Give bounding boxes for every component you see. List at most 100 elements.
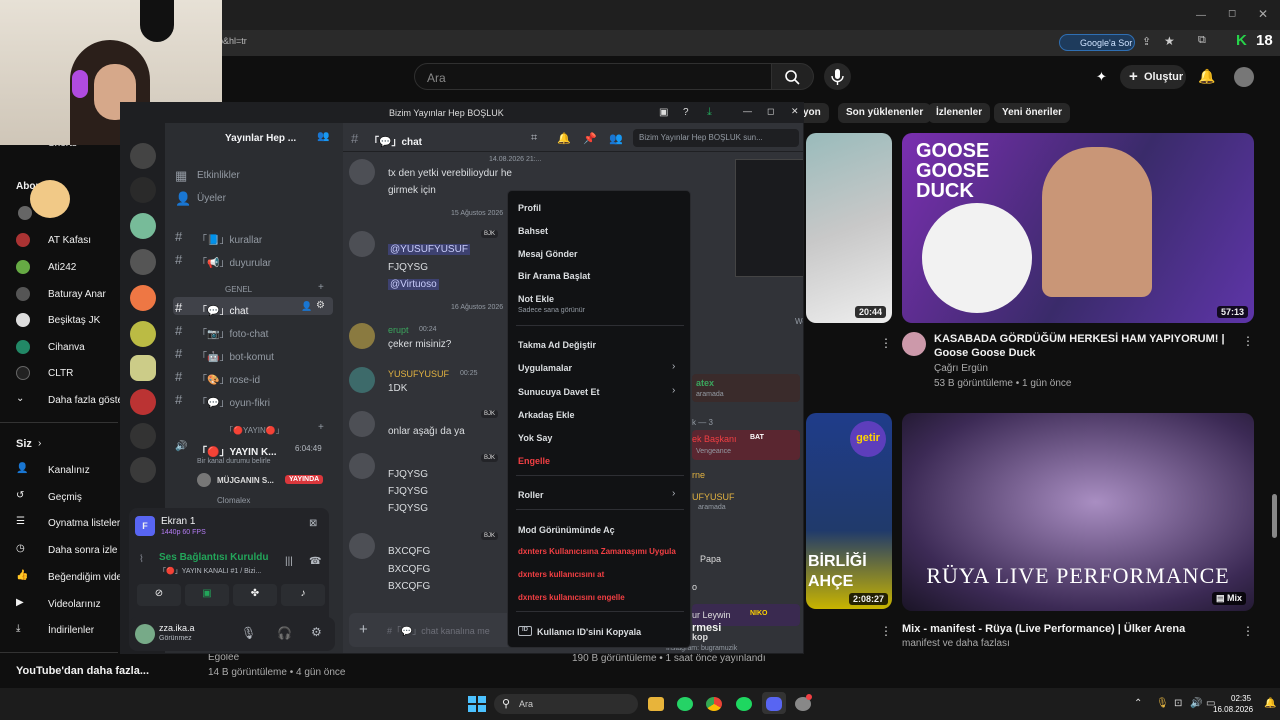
- you-heading[interactable]: Siz: [16, 438, 32, 450]
- member-name[interactable]: UFYUSUF: [692, 492, 735, 502]
- attach-plus-icon[interactable]: +: [359, 621, 368, 638]
- server-icon[interactable]: [130, 177, 156, 203]
- url-text[interactable]: p&hl=tr: [218, 36, 247, 46]
- pin-icon[interactable]: 📌: [583, 132, 597, 145]
- filter-chip-new[interactable]: Yeni öneriler: [994, 103, 1071, 123]
- add-member-icon[interactable]: 👥: [317, 131, 329, 142]
- bookmark-star-icon[interactable]: ★: [1164, 34, 1175, 48]
- member-list-item[interactable]: ek Başkanı BAT Vengeance: [692, 430, 800, 460]
- voice-user-name[interactable]: MÜJGANIN S...: [217, 476, 274, 485]
- avatar[interactable]: [135, 624, 155, 644]
- spotify-icon[interactable]: [736, 697, 752, 711]
- filter-chip-watched[interactable]: İzlenenler: [928, 103, 991, 123]
- server-icon[interactable]: [130, 249, 156, 275]
- member-name[interactable]: rne: [692, 470, 705, 480]
- youtube-search-input[interactable]: Ara: [414, 63, 772, 90]
- menu-item-profile[interactable]: Profil: [518, 203, 541, 213]
- more-options-icon[interactable]: ⋮: [880, 336, 892, 350]
- stop-stream-icon[interactable]: ⊠: [309, 518, 317, 529]
- minimize-icon[interactable]: —: [743, 106, 752, 116]
- server-name[interactable]: Yayınlar Hep ...: [225, 133, 296, 144]
- server-icon[interactable]: [130, 213, 156, 239]
- menu-item-nickname[interactable]: Takma Ad Değiştir: [518, 340, 596, 350]
- threads-icon[interactable]: ⌗: [531, 132, 537, 145]
- maximize-window-icon[interactable]: ◻: [1228, 8, 1236, 19]
- google-ask-button[interactable]: Google'a Sor: [1059, 34, 1135, 51]
- notifications-icon[interactable]: 🔔: [557, 132, 571, 145]
- chrome-icon[interactable]: [706, 697, 722, 711]
- menu-item-call[interactable]: Bir Arama Başlat: [518, 271, 590, 281]
- discord-icon[interactable]: [766, 697, 782, 711]
- maximize-icon[interactable]: ◻: [767, 106, 774, 117]
- video-channel[interactable]: Çağrı Ergün: [934, 363, 988, 374]
- connection-status[interactable]: Ses Bağlantısı Kuruldu: [159, 552, 268, 563]
- video-thumbnail[interactable]: getir BİRLİĞİ AHÇE 2:08:27: [806, 413, 892, 609]
- settings-gear-icon[interactable]: ⚙: [316, 300, 325, 311]
- page-scrollbar[interactable]: [1272, 494, 1277, 538]
- menu-item-mention[interactable]: Bahset: [518, 226, 548, 236]
- video-channel[interactable]: manifest ve daha fazlası: [902, 638, 1010, 649]
- user-settings-gear-icon[interactable]: ⚙: [311, 625, 322, 639]
- server-icon[interactable]: [130, 423, 156, 449]
- server-icon[interactable]: [130, 143, 156, 169]
- menu-item-block[interactable]: Engelle: [518, 456, 550, 466]
- soundboard-icon[interactable]: ♪: [281, 584, 325, 606]
- add-channel-icon[interactable]: +: [318, 282, 324, 293]
- message-author[interactable]: YUSUFYUSUF: [388, 369, 449, 379]
- share-icon[interactable]: ⇪: [1142, 35, 1151, 48]
- menu-item-mod-view[interactable]: Mod Görünümünde Aç: [518, 525, 615, 535]
- extensions-icon[interactable]: ⧉: [1198, 34, 1206, 47]
- video-title[interactable]: Mix - manifest - Rüya (Live Performance)…: [902, 622, 1232, 636]
- menu-item-kick[interactable]: dxnters kullanıcısını at: [518, 570, 604, 579]
- category-general[interactable]: GENEL: [225, 285, 252, 294]
- microphone-tray-icon[interactable]: 🎙: [1156, 698, 1169, 709]
- mention[interactable]: @Virtuoso: [388, 279, 439, 290]
- screen-share-button[interactable]: ▣: [185, 584, 229, 606]
- activities-icon[interactable]: ✤: [233, 584, 277, 606]
- video-thumbnail[interactable]: 20:44: [806, 133, 892, 323]
- menu-item-apps[interactable]: Uygulamalar: [518, 363, 572, 373]
- stream-preview[interactable]: [735, 159, 803, 277]
- create-button[interactable]: + Oluştur: [1120, 65, 1186, 89]
- server-icon[interactable]: [130, 285, 156, 311]
- filter-chip-recent[interactable]: Son yüklenenler: [838, 103, 932, 123]
- server-icon[interactable]: [130, 321, 156, 347]
- member-list-icon[interactable]: 👥: [609, 132, 623, 145]
- menu-item-message[interactable]: Mesaj Gönder: [518, 249, 578, 259]
- menu-item-roles[interactable]: Roller: [518, 490, 544, 500]
- more-options-icon[interactable]: ⋮: [1242, 624, 1254, 638]
- channel-avatar[interactable]: [902, 332, 926, 356]
- volume-icon[interactable]: 🔊: [1190, 698, 1202, 709]
- close-icon[interactable]: ✕: [791, 106, 799, 117]
- channel-search-input[interactable]: Bizim Yayınlar Hep BOŞLUK sun...: [633, 129, 799, 147]
- headphones-icon[interactable]: 🎧: [277, 626, 292, 640]
- add-channel-icon[interactable]: +: [318, 422, 324, 433]
- menu-item-invite[interactable]: Sunucuya Davet Et: [518, 387, 600, 397]
- gaming-icon[interactable]: ✦: [1096, 69, 1107, 85]
- clock-date[interactable]: 16.08.2026: [1213, 705, 1253, 714]
- video-thumbnail[interactable]: GOOSE GOOSE DUCK 57:13: [902, 133, 1254, 323]
- voice-status-text[interactable]: Bir kanal durumu belirle: [197, 458, 271, 465]
- network-icon[interactable]: ⊡: [1174, 698, 1182, 709]
- disconnect-icon[interactable]: ☎: [309, 556, 321, 567]
- notifications-bell-icon[interactable]: 🔔: [1198, 68, 1215, 85]
- inbox-icon[interactable]: ▣: [659, 107, 668, 118]
- file-explorer-icon[interactable]: [648, 697, 664, 711]
- notifications-icon[interactable]: 🔔: [1264, 698, 1276, 709]
- youtube-search-button[interactable]: [772, 63, 814, 90]
- close-window-icon[interactable]: ✕: [1258, 7, 1268, 21]
- clock-time[interactable]: 02:35: [1231, 694, 1251, 703]
- invite-icon[interactable]: 👤: [301, 301, 312, 312]
- menu-item-ignore[interactable]: Yok Say: [518, 433, 552, 443]
- menu-item-timeout[interactable]: dxnters Kullanıcısına Zamanaşımı Uygula: [518, 547, 676, 556]
- voice-search-button[interactable]: [824, 63, 851, 90]
- download-icon[interactable]: ⤓: [707, 106, 712, 119]
- windows-start-icon[interactable]: [468, 696, 486, 712]
- more-options-icon[interactable]: ⋮: [880, 624, 892, 638]
- connection-channel[interactable]: 「🔴」YAYIN KANALI #1 / Bizi...: [159, 566, 261, 576]
- minimize-window-icon[interactable]: —: [1196, 10, 1206, 21]
- video-title[interactable]: rmesi: [692, 622, 721, 634]
- microphone-icon[interactable]: 🎙: [241, 626, 256, 640]
- taskbar-search[interactable]: ⚲ Ara: [494, 694, 638, 714]
- voice-user-name[interactable]: Clomalex: [217, 496, 250, 505]
